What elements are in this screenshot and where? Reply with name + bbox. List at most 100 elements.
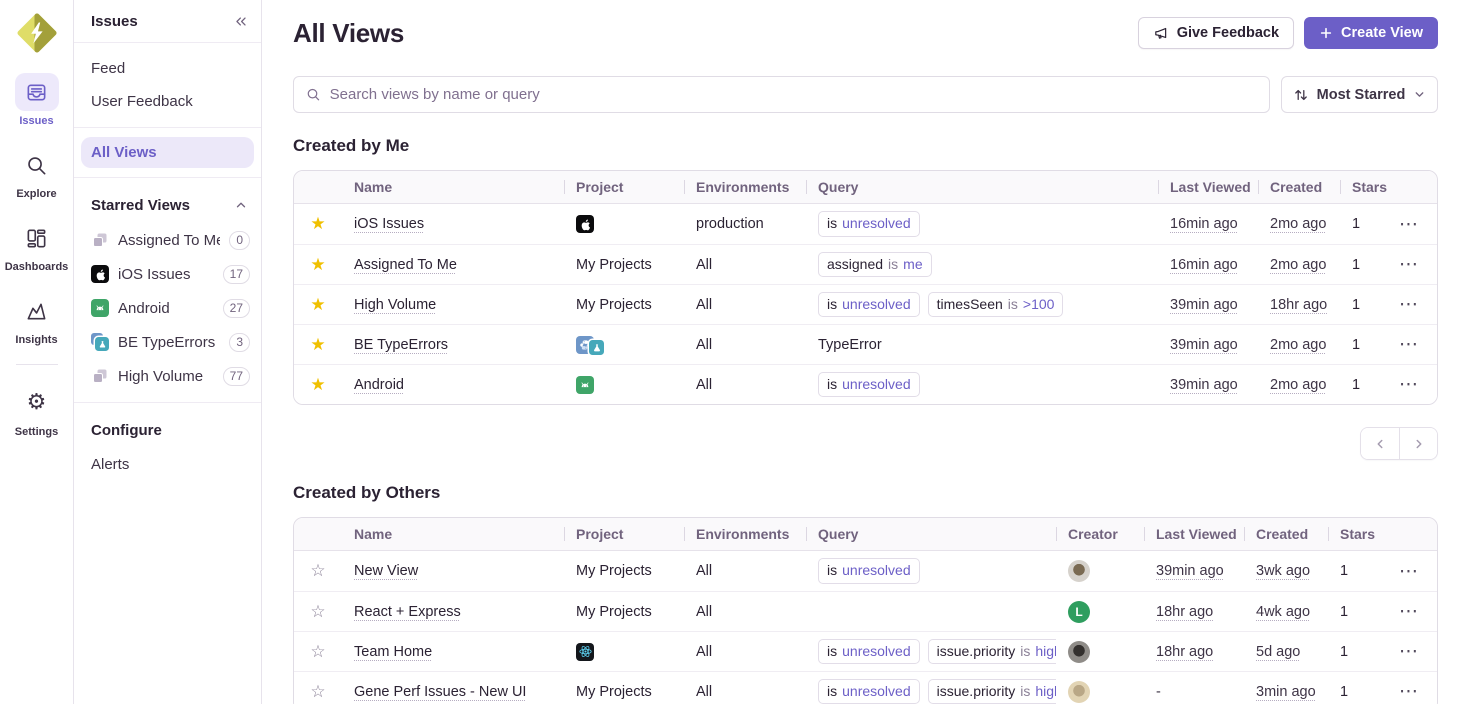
column-header: Stars bbox=[1340, 171, 1395, 203]
view-name-link[interactable]: iOS Issues bbox=[354, 216, 424, 232]
table-row[interactable]: ★ Android All is unresolved39min ago 2mo… bbox=[294, 364, 1437, 404]
give-feedback-button[interactable]: Give Feedback bbox=[1138, 17, 1294, 49]
row-menu-button[interactable]: ⋯ bbox=[1395, 638, 1423, 666]
table-header-row: NameProjectEnvironmentsQueryLast ViewedC… bbox=[294, 171, 1437, 204]
view-name-link[interactable]: Gene Perf Issues - New UI bbox=[354, 684, 526, 700]
create-view-button[interactable]: Create View bbox=[1304, 17, 1438, 49]
star-outline-icon[interactable]: ☆ bbox=[310, 642, 325, 662]
created-value: 18hr ago bbox=[1270, 297, 1327, 313]
created-value: 2mo ago bbox=[1270, 337, 1326, 353]
row-menu-button[interactable]: ⋯ bbox=[1395, 291, 1423, 319]
issues-sidebar: Issues Feed User Feedback All Views Star… bbox=[74, 0, 262, 704]
starred-view-label: BE TypeErrors bbox=[118, 334, 220, 351]
view-name-link[interactable]: New View bbox=[354, 563, 418, 579]
nav-rail-label: Issues bbox=[19, 115, 53, 127]
query-chip: issue.priority is high bbox=[928, 639, 1056, 665]
sentry-logo-icon bbox=[17, 13, 57, 53]
view-name-link[interactable]: High Volume bbox=[354, 297, 436, 313]
star-filled-icon[interactable]: ★ bbox=[310, 214, 325, 234]
nav-rail-label: Dashboards bbox=[5, 261, 69, 273]
view-name-link[interactable]: Team Home bbox=[354, 644, 432, 660]
row-menu-button[interactable]: ⋯ bbox=[1395, 331, 1423, 359]
table-row[interactable]: ★ iOS Issues production is unresolved16m… bbox=[294, 204, 1437, 244]
nav-rail-item-settings[interactable]: ⚙ Settings bbox=[0, 384, 73, 438]
apple-project-icon bbox=[91, 265, 109, 283]
nav-rail-item-insights[interactable]: Insights bbox=[0, 292, 73, 346]
row-menu-button[interactable]: ⋯ bbox=[1395, 371, 1423, 399]
star-outline-icon[interactable]: ☆ bbox=[310, 682, 325, 702]
column-header: Name bbox=[342, 518, 564, 550]
starred-view-label: Android bbox=[118, 300, 214, 317]
star-filled-icon[interactable]: ★ bbox=[310, 375, 325, 395]
column-header: Environments bbox=[684, 518, 806, 550]
starred-view-item[interactable]: Assigned To Me 0 bbox=[74, 223, 261, 257]
star-outline-icon[interactable]: ☆ bbox=[310, 602, 325, 622]
stars-count: 1 bbox=[1340, 204, 1395, 244]
table-row[interactable]: ☆ New View My Projects All is unresolved… bbox=[294, 551, 1437, 591]
table-row[interactable]: ☆ Gene Perf Issues - New UI My Projects … bbox=[294, 671, 1437, 704]
row-menu-button[interactable]: ⋯ bbox=[1395, 251, 1423, 279]
table-row[interactable]: ★ Assigned To Me My Projects All assigne… bbox=[294, 244, 1437, 284]
insights-icon bbox=[15, 292, 59, 330]
query-chip: issue.priority is high bbox=[928, 679, 1056, 704]
view-name-link[interactable]: Android bbox=[354, 377, 404, 393]
star-filled-icon[interactable]: ★ bbox=[310, 335, 325, 355]
table-row[interactable]: ☆ Team Home All is unresolvedissue.prior… bbox=[294, 631, 1437, 671]
collapse-sidebar-button[interactable] bbox=[231, 13, 248, 30]
sort-dropdown[interactable]: Most Starred bbox=[1281, 76, 1438, 113]
search-input[interactable] bbox=[330, 86, 1257, 103]
row-menu-button[interactable]: ⋯ bbox=[1395, 678, 1423, 704]
sidebar-title: Issues bbox=[91, 13, 138, 30]
last-viewed-value: 39min ago bbox=[1156, 563, 1224, 579]
issues-icon bbox=[15, 73, 59, 111]
view-name-link[interactable]: React + Express bbox=[354, 604, 461, 620]
created-value: 2mo ago bbox=[1270, 216, 1326, 232]
project-cell: My Projects bbox=[564, 672, 684, 704]
star-outline-icon[interactable]: ☆ bbox=[310, 561, 325, 581]
view-name-link[interactable]: BE TypeErrors bbox=[354, 337, 448, 353]
query-cell: is unresolved bbox=[806, 204, 1158, 244]
environments-cell: production bbox=[684, 204, 806, 244]
nav-rail-item-dashboards[interactable]: Dashboards bbox=[0, 219, 73, 273]
next-page-button[interactable] bbox=[1399, 428, 1437, 459]
starred-view-item[interactable]: iOS Issues 17 bbox=[74, 257, 261, 291]
starred-view-item[interactable]: BE TypeErrors 3 bbox=[74, 325, 261, 359]
created-value: 3min ago bbox=[1256, 684, 1316, 700]
table-row[interactable]: ★ High Volume My Projects All is unresol… bbox=[294, 284, 1437, 324]
nav-rail-item-issues[interactable]: Issues bbox=[0, 73, 73, 127]
sidebar-item-user-feedback[interactable]: User Feedback bbox=[74, 85, 261, 118]
starred-view-item[interactable]: Android 27 bbox=[74, 291, 261, 325]
query-cell: is unresolvedissue.priority is high bbox=[806, 632, 1056, 671]
nav-rail-item-explore[interactable]: Explore bbox=[0, 146, 73, 200]
table-row[interactable]: ★ BE TypeErrors All TypeError39min ago 2… bbox=[294, 324, 1437, 364]
starred-view-label: High Volume bbox=[118, 368, 214, 385]
previous-page-button[interactable] bbox=[1361, 428, 1399, 459]
view-name-link[interactable]: Assigned To Me bbox=[354, 257, 457, 273]
last-viewed-value: 18hr ago bbox=[1156, 604, 1213, 620]
row-menu-button[interactable]: ⋯ bbox=[1395, 210, 1423, 238]
search-icon bbox=[15, 146, 59, 184]
sidebar-item-feed[interactable]: Feed bbox=[74, 52, 261, 85]
stars-count: 1 bbox=[1340, 245, 1395, 284]
divider bbox=[74, 402, 261, 403]
sidebar-item-alerts[interactable]: Alerts bbox=[74, 448, 261, 481]
sort-arrows-icon bbox=[1293, 87, 1309, 103]
table-row[interactable]: ☆ React + Express My Projects All L18hr … bbox=[294, 591, 1437, 631]
stars-count: 1 bbox=[1328, 551, 1395, 591]
environments-cell: All bbox=[684, 632, 806, 671]
table-header-row: NameProjectEnvironmentsQueryCreatorLast … bbox=[294, 518, 1437, 551]
column-header: Name bbox=[342, 171, 564, 203]
created-value: 5d ago bbox=[1256, 644, 1300, 660]
star-filled-icon[interactable]: ★ bbox=[310, 255, 325, 275]
nav-rail-label: Explore bbox=[16, 188, 56, 200]
project-cell bbox=[564, 365, 684, 404]
row-menu-button[interactable]: ⋯ bbox=[1395, 557, 1423, 585]
starred-views-section-header[interactable]: Starred Views bbox=[74, 187, 261, 223]
row-menu-button[interactable]: ⋯ bbox=[1395, 598, 1423, 626]
star-filled-icon[interactable]: ★ bbox=[310, 295, 325, 315]
last-viewed-value: 39min ago bbox=[1170, 297, 1238, 313]
sentry-logo[interactable] bbox=[16, 12, 58, 54]
starred-view-item[interactable]: High Volume 77 bbox=[74, 359, 261, 393]
stars-count: 1 bbox=[1340, 365, 1395, 404]
sidebar-item-all-views[interactable]: All Views bbox=[81, 137, 254, 168]
